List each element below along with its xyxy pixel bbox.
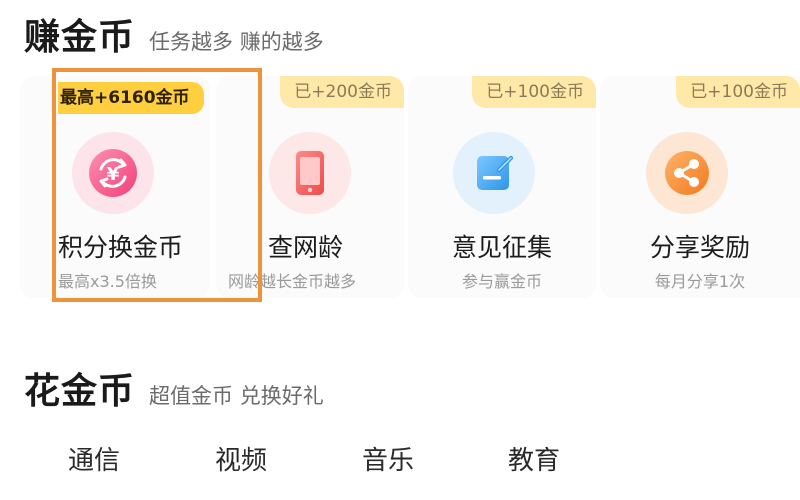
share-icon xyxy=(646,132,728,214)
tab-education[interactable]: 教育 xyxy=(508,440,560,477)
task-description: 网龄越长金币越多 xyxy=(228,272,357,291)
tab-music[interactable]: 音乐 xyxy=(362,440,414,477)
reward-badge: 已+100金币 xyxy=(472,76,596,108)
reward-badge: 已+100金币 xyxy=(676,76,800,108)
reward-badge: 已+200金币 xyxy=(280,76,404,108)
task-card-feedback[interactable]: 已+100金币 意见征集 参与赢金币 xyxy=(408,76,596,298)
earn-coins-subtitle: 任务越多 赚的越多 xyxy=(149,30,324,54)
earn-coins-header: 赚金币 任务越多 赚的越多 xyxy=(24,8,324,60)
spend-coins-subtitle: 超值金币 兑换好礼 xyxy=(149,384,324,408)
task-description: 每月分享1次 xyxy=(654,272,746,291)
task-title: 查网龄 xyxy=(268,233,344,262)
task-card-points-exchange[interactable]: 最高+6160金币 ¥ 积分换金币 最高x3.5倍换 xyxy=(20,76,210,298)
task-title: 积分换金币 xyxy=(58,233,184,262)
task-card-network-age[interactable]: 已+200金币 查网龄 网龄越长金币越多 xyxy=(216,76,404,298)
tab-telecom[interactable]: 通信 xyxy=(68,440,120,477)
tab-video[interactable]: 视频 xyxy=(215,440,267,477)
coin-exchange-icon: ¥ xyxy=(72,132,154,214)
task-description: 最高x3.5倍换 xyxy=(58,272,157,291)
spend-coins-header: 花金币 超值金币 兑换好礼 xyxy=(24,362,324,414)
task-title: 分享奖励 xyxy=(649,233,750,262)
task-description: 参与赢金币 xyxy=(461,272,542,291)
svg-text:¥: ¥ xyxy=(107,164,120,185)
category-tabs: 通信 视频 音乐 教育 xyxy=(0,440,800,486)
earn-coins-title: 赚金币 xyxy=(24,17,136,58)
phone-icon xyxy=(269,132,351,214)
task-card-share[interactable]: 已+100金币 分享奖励 每月分享1次 xyxy=(600,76,800,298)
task-card-list: 最高+6160金币 ¥ 积分换金币 最高x3.5倍换 已+200金币 查网龄 网… xyxy=(0,70,800,302)
spend-coins-title: 花金币 xyxy=(24,371,136,412)
task-title: 意见征集 xyxy=(451,233,552,262)
reward-badge: 最高+6160金币 xyxy=(58,82,204,114)
feedback-edit-icon xyxy=(453,132,535,214)
